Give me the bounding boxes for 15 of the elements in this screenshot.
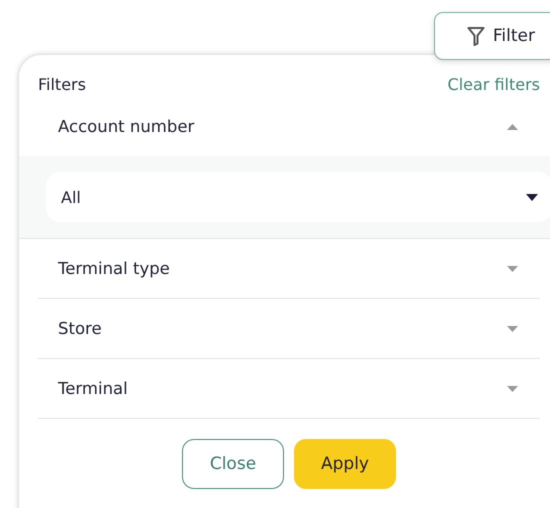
panel-title: Filters [38,74,86,94]
accordion-header[interactable]: Terminal [38,359,540,419]
filter-icon [466,26,485,46]
caret-down-icon [507,326,518,332]
clear-filters-link[interactable]: Clear filters [448,74,540,94]
accordion-header[interactable]: Terminal type [38,239,540,299]
close-button[interactable]: Close [182,439,284,489]
account-select[interactable]: All [46,172,550,222]
accordion-header[interactable]: Store [38,299,540,359]
caret-up-icon [507,124,518,130]
caret-down-icon [507,386,518,392]
caret-down-icon [526,194,538,200]
filter-button[interactable]: Filter [434,12,550,60]
caret-down-icon [507,266,518,272]
apply-button[interactable]: Apply [294,439,396,489]
